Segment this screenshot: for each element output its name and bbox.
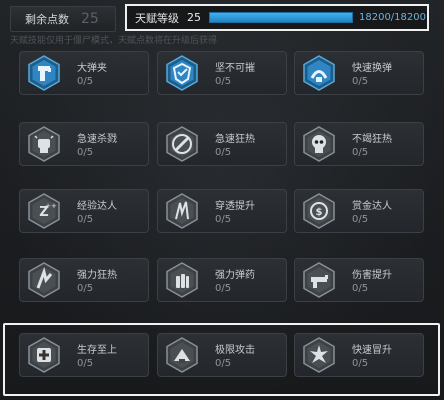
- talent-name: 大弹夹: [77, 63, 107, 74]
- talent-icon-frame[interactable]: [26, 55, 62, 91]
- talent-count: 0/5: [352, 214, 369, 225]
- talent-name: 不竭狂热: [352, 134, 392, 145]
- talent-panel: 剩余点数 25 天赋等级 25 18200/18200 天赋技能仅用于僵尸模式，…: [0, 0, 444, 400]
- talent-card[interactable]: 伤害提升 0/5: [294, 258, 424, 302]
- talent-name: 急速狂热: [215, 134, 255, 145]
- power-fury-icon: [28, 262, 60, 298]
- svg-text:++: ++: [45, 202, 57, 210]
- talent-card[interactable]: 坚不可摧 0/5: [157, 51, 287, 95]
- fury-icon: [166, 126, 198, 162]
- talent-notice: 天赋技能仅用于僵尸模式，天赋点数将在升级后获得: [10, 36, 218, 46]
- talent-count: 0/5: [215, 214, 232, 225]
- remaining-points-label: 剩余点数: [25, 13, 69, 26]
- talent-count: 0/5: [77, 283, 94, 294]
- talent-count: 0/5: [215, 283, 232, 294]
- highlight-frame: [3, 323, 440, 396]
- talent-count: 0/5: [77, 214, 94, 225]
- talent-card[interactable]: 快速换弹 0/5: [294, 51, 424, 95]
- shield-icon: [166, 55, 198, 91]
- talent-name: 强力弹药: [215, 270, 255, 281]
- talent-level-progress-fill: [210, 13, 352, 22]
- talent-name: 经验达人: [77, 201, 117, 212]
- penetration-icon: [166, 193, 198, 229]
- talent-level-label: 天赋等级: [135, 11, 179, 25]
- fist-icon: [28, 126, 60, 162]
- talent-count: 0/5: [352, 147, 369, 158]
- talent-name: 急速杀戮: [77, 134, 117, 145]
- talent-icon-frame[interactable]: $: [301, 193, 337, 229]
- experience-icon: Z++: [28, 193, 60, 229]
- talent-icon-frame[interactable]: [164, 193, 200, 229]
- talent-card[interactable]: 强力狂热 0/5: [19, 258, 149, 302]
- damage-icon: [303, 262, 335, 298]
- talent-card[interactable]: 强力弹药 0/5: [157, 258, 287, 302]
- talent-icon-frame[interactable]: [26, 126, 62, 162]
- talent-name: 赏金达人: [352, 201, 392, 212]
- talent-card[interactable]: 穿透提升 0/5: [157, 189, 287, 233]
- talent-level-progress-bar: [209, 12, 353, 23]
- skull-icon: [303, 126, 335, 162]
- svg-text:$: $: [316, 207, 323, 218]
- talent-name: 伤害提升: [352, 270, 392, 281]
- bounty-icon: $: [303, 193, 335, 229]
- talent-card[interactable]: Z ++ 经验达人 0/5: [19, 189, 149, 233]
- talent-icon-frame[interactable]: [301, 55, 337, 91]
- talent-name: 强力狂热: [77, 270, 117, 281]
- talent-icon-frame[interactable]: [164, 55, 200, 91]
- talent-card[interactable]: 不竭狂热 0/5: [294, 122, 424, 166]
- talent-card[interactable]: 急速杀戮 0/5: [19, 122, 149, 166]
- reload-icon: [303, 55, 335, 91]
- talent-card[interactable]: $ 赏金达人 0/5: [294, 189, 424, 233]
- talent-level-progress-text: 18200/18200: [359, 12, 426, 23]
- talent-icon-frame[interactable]: [301, 126, 337, 162]
- talent-count: 0/5: [77, 147, 94, 158]
- talent-icon-frame[interactable]: [164, 262, 200, 298]
- talent-count: 0/5: [215, 147, 232, 158]
- talent-count: 0/5: [352, 76, 369, 87]
- talent-count: 0/5: [352, 283, 369, 294]
- talent-name: 坚不可摧: [215, 63, 255, 74]
- ammo-icon: [166, 262, 198, 298]
- talent-icon-frame[interactable]: Z ++: [26, 193, 62, 229]
- magazine-icon: [28, 55, 60, 91]
- talent-card[interactable]: 急速狂热 0/5: [157, 122, 287, 166]
- talent-name: 穿透提升: [215, 201, 255, 212]
- talent-name: 快速换弹: [352, 63, 392, 74]
- talent-icon-frame[interactable]: [26, 262, 62, 298]
- talent-count: 0/5: [77, 76, 94, 87]
- talent-count: 0/5: [215, 76, 232, 87]
- remaining-points-box: 剩余点数 25: [10, 6, 116, 32]
- talent-level-value: 25: [187, 11, 201, 24]
- remaining-points-value: 25: [81, 11, 99, 27]
- talent-level-box: 天赋等级 25 18200/18200: [125, 4, 429, 31]
- talent-icon-frame[interactable]: [301, 262, 337, 298]
- talent-card[interactable]: 大弹夹 0/5: [19, 51, 149, 95]
- talent-icon-frame[interactable]: [164, 126, 200, 162]
